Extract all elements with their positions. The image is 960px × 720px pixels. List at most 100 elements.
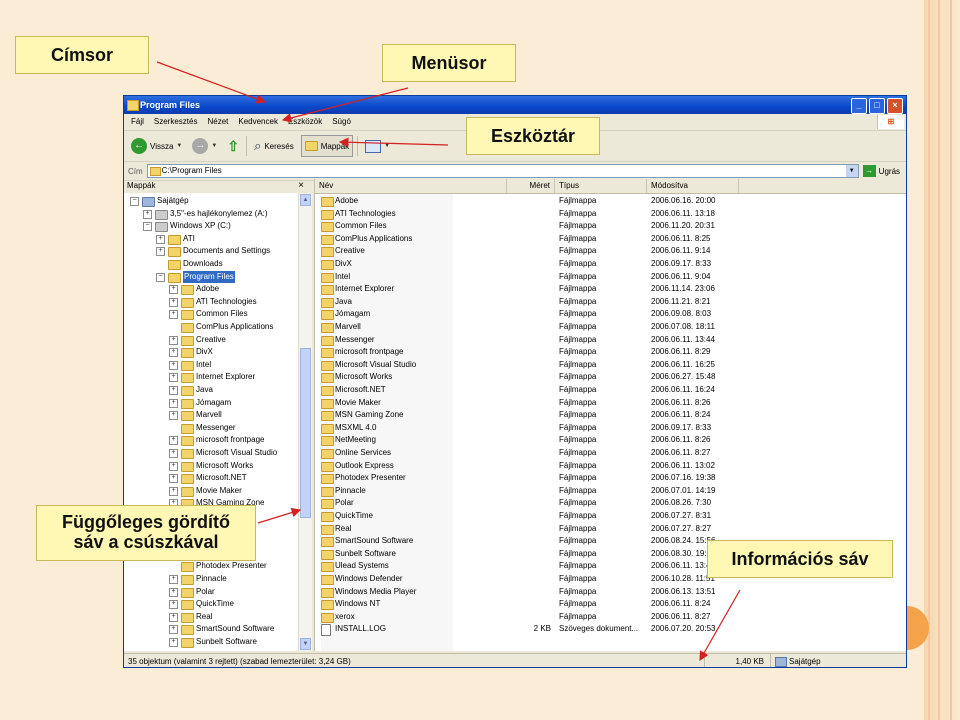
expand-icon[interactable]: + <box>169 297 178 307</box>
title-bar[interactable]: Program Files _ □ × <box>124 96 906 114</box>
cell-modified: 2006.06.11. 8:26 <box>651 397 711 407</box>
vertical-scrollbar[interactable]: ▲ ▼ <box>298 193 312 651</box>
list-item[interactable]: ComPlus Applications Fájlmappa 2006.06.11.… <box>315 233 906 246</box>
expand-icon[interactable]: + <box>169 638 178 647</box>
back-button[interactable]: ← Vissza ▼ <box>128 135 185 157</box>
expand-icon[interactable]: + <box>169 348 178 358</box>
list-item[interactable]: MSN Gaming Zone Fájlmappa 2006.06.11. 8:24 <box>315 409 906 422</box>
forward-button[interactable]: → ▼ <box>189 135 220 157</box>
folder-icon <box>321 209 334 220</box>
expand-icon[interactable]: + <box>143 209 152 219</box>
expand-icon[interactable]: + <box>169 373 178 383</box>
search-button[interactable]: ⌕ Keresés <box>251 135 297 157</box>
expand-icon[interactable]: + <box>169 398 178 408</box>
folder-icon <box>321 398 334 409</box>
list-item[interactable]: Adobe Fájlmappa 2006.06.16. 20:00 <box>315 195 906 208</box>
list-item[interactable]: Online Services Fájlmappa 2006.06.11. 8:27 <box>315 447 906 460</box>
views-button[interactable]: ▼ <box>362 135 393 157</box>
list-item[interactable]: Polar Fájlmappa 2006.08.26. 7:30 <box>315 497 906 510</box>
column-header-size[interactable]: Méret <box>507 179 555 193</box>
expand-icon[interactable]: + <box>169 449 178 458</box>
collapse-icon[interactable]: − <box>143 222 152 232</box>
menu-item[interactable]: Szerkesztés <box>154 114 198 130</box>
collapse-icon[interactable]: − <box>156 272 165 282</box>
menu-item[interactable]: Eszközök <box>288 114 322 130</box>
scroll-up-button[interactable]: ▲ <box>300 194 311 206</box>
list-item[interactable]: Intel Fájlmappa 2006.06.11. 9:04 <box>315 271 906 284</box>
cell-name: Online Services <box>335 448 392 457</box>
expand-icon[interactable]: + <box>169 600 178 610</box>
list-item[interactable]: NetMeeting Fájlmappa 2006.06.11. 8:26 <box>315 434 906 447</box>
list-item[interactable]: Internet Explorer Fájlmappa 2006.11.14. 23… <box>315 283 906 296</box>
minimize-button[interactable]: _ <box>851 98 867 114</box>
close-button[interactable]: × <box>887 98 903 114</box>
list-item[interactable]: ATI Technologies Fájlmappa 2006.06.11. 13:… <box>315 208 906 221</box>
up-folder-button[interactable]: ⇧ <box>224 135 242 157</box>
scrollbar-thumb[interactable] <box>300 348 311 518</box>
expand-icon[interactable]: + <box>169 625 178 635</box>
menu-item[interactable]: Nézet <box>207 114 228 130</box>
tree-item-label: DivX <box>196 347 213 357</box>
list-item[interactable]: DivX Fájlmappa 2006.09.17. 8:33 <box>315 258 906 271</box>
expand-icon[interactable]: + <box>169 486 178 496</box>
address-input[interactable]: C:\Program Files ▼ <box>146 164 859 178</box>
list-item[interactable]: xerox Fájlmappa 2006.06.11. 8:27 <box>315 611 906 624</box>
column-header-type[interactable]: Típus <box>555 179 647 193</box>
list-item[interactable]: Jómagam Fájlmappa 2006.09.08. 8:03 <box>315 308 906 321</box>
list-item[interactable]: QuickTime Fájlmappa 2006.07.27. 8:31 <box>315 510 906 523</box>
list-item[interactable]: INSTALL.LOG 2 KB Szöveges dokument... 2006.… <box>315 623 906 637</box>
expand-icon[interactable]: + <box>169 285 178 295</box>
expand-icon[interactable]: + <box>169 411 178 421</box>
list-item[interactable]: Common Files Fájlmappa 2006.11.20. 20:31 <box>315 220 906 233</box>
cell-modified: 2006.11.20. 20:31 <box>651 221 715 231</box>
expand-icon[interactable]: + <box>169 386 178 395</box>
column-modified-label: Módosítva <box>651 181 688 190</box>
cell-modified: 2006.08.26. 7:30 <box>651 498 712 508</box>
scroll-down-button[interactable]: ▼ <box>300 638 311 650</box>
list-item[interactable]: Pinnacle Fájlmappa 2006.07.01. 14:19 <box>315 485 906 498</box>
list-item[interactable]: Outlook Express Fájlmappa 2006.06.11. 13:0… <box>315 460 906 473</box>
list-item[interactable]: microsoft frontpage Fájlmappa 2006.06.11. … <box>315 346 906 359</box>
list-item[interactable]: Java Fájlmappa 2006.11.21. 8:21 <box>315 296 906 309</box>
folder-icon <box>321 436 334 447</box>
cell-type: Fájlmappa <box>559 460 597 470</box>
expand-icon[interactable]: + <box>169 335 178 345</box>
go-button[interactable]: → Ugrás <box>862 165 901 177</box>
menu-item[interactable]: Kedvencek <box>238 114 278 130</box>
list-item[interactable]: Microsoft Works Fájlmappa 2006.06.27. 15:4… <box>315 371 906 384</box>
folders-button[interactable]: Mappák <box>300 135 354 157</box>
list-item[interactable]: Microsoft.NET Fájlmappa 2006.06.11. 16:24 <box>315 384 906 397</box>
collapse-icon[interactable]: − <box>130 197 139 206</box>
list-item[interactable]: Creative Fájlmappa 2006.06.11. 9:14 <box>315 245 906 258</box>
menu-item[interactable]: Súgó <box>332 114 351 130</box>
expand-icon[interactable]: + <box>169 474 178 484</box>
list-item[interactable]: Microsoft Visual Studio Fájlmappa 2006.06.… <box>315 359 906 372</box>
expand-icon[interactable]: + <box>169 461 178 471</box>
list-item[interactable]: Windows NT Fájlmappa 2006.06.11. 8:24 <box>315 598 906 611</box>
cell-modified: 2006.06.13. 13:51 <box>651 586 716 596</box>
expand-icon[interactable]: + <box>169 310 178 320</box>
list-item[interactable]: Messenger Fájlmappa 2006.06.11. 13:44 <box>315 334 906 347</box>
list-item[interactable]: Windows Media Player Fájlmappa 2006.06.13.… <box>315 586 906 599</box>
chevron-down-icon[interactable]: ▼ <box>845 165 858 177</box>
menu-item[interactable]: Fájl <box>131 114 144 130</box>
expand-icon[interactable]: + <box>156 234 165 244</box>
column-header-name[interactable]: Név <box>315 179 507 193</box>
expand-icon[interactable]: + <box>156 247 165 257</box>
cell-type: Fájlmappa <box>559 548 597 558</box>
expand-icon[interactable]: + <box>169 575 178 584</box>
list-item[interactable]: Marvell Fájlmappa 2006.07.08. 18:11 <box>315 321 906 334</box>
go-label: Ugrás <box>878 166 901 176</box>
list-item[interactable]: Movie Maker Fájlmappa 2006.06.11. 8:26 <box>315 397 906 410</box>
maximize-button[interactable]: □ <box>869 98 885 114</box>
close-pane-icon[interactable]: × <box>298 179 304 193</box>
list-item[interactable]: Real Fájlmappa 2006.07.27. 8:27 <box>315 523 906 536</box>
expand-icon[interactable]: + <box>169 436 178 446</box>
list-item[interactable]: Photodex Presenter Fájlmappa 2006.07.16. 1… <box>315 472 906 485</box>
expand-icon[interactable]: + <box>169 587 178 597</box>
column-header-modified[interactable]: Módosítva <box>647 179 739 193</box>
list-item[interactable]: MSXML 4.0 Fájlmappa 2006.09.17. 8:33 <box>315 422 906 435</box>
expand-icon[interactable]: + <box>169 612 178 622</box>
folder-tree: − Sajátgép +3,5"-es hajlékonylemez (A:) − Wi… <box>124 193 298 651</box>
expand-icon[interactable]: + <box>169 360 178 370</box>
